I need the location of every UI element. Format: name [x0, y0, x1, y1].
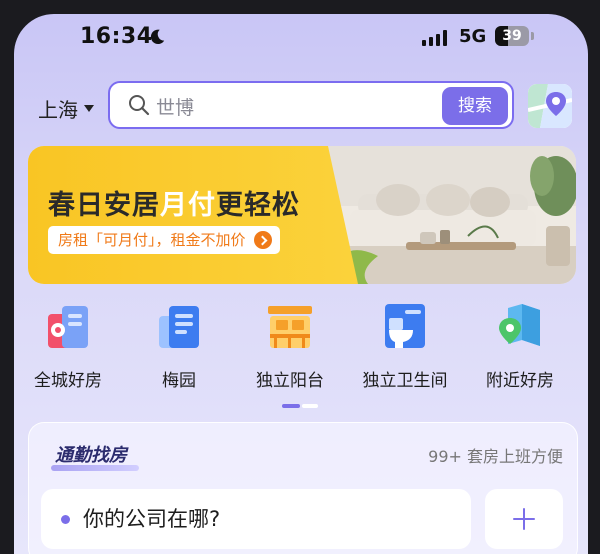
status-time: 16:34 [80, 24, 153, 49]
commute-card: 通勤找房 99+ 套房上班方便 你的公司在哪? [28, 422, 578, 554]
phone-screen: 16:34 5G 39 上海 世博 搜索 春日安居月付更轻松 房租「可月付」，租… [14, 14, 588, 554]
category-row: 全城好房 梅园 独立阳台 独立卫生间 附近好房 [14, 300, 588, 400]
category-meiyuan[interactable]: 梅园 [129, 300, 229, 391]
category-label: 独立卫生间 [362, 371, 448, 391]
category-nearby[interactable]: 附近好房 [470, 300, 570, 391]
caret-down-icon [84, 105, 94, 112]
nearby-map-icon [499, 304, 540, 346]
battery-icon: 39 [495, 26, 529, 46]
building-icon [159, 306, 199, 348]
moon-icon [150, 29, 165, 45]
category-label: 梅园 [162, 371, 196, 391]
map-location-icon[interactable] [528, 84, 572, 128]
page-indicator [282, 404, 318, 408]
bullet-dot-icon [61, 515, 70, 524]
city-selector[interactable]: 上海 [38, 94, 94, 123]
company-location-field[interactable]: 你的公司在哪? [41, 489, 471, 549]
battery-tip [531, 32, 534, 40]
city-name: 上海 [38, 98, 78, 122]
promo-banner[interactable]: 春日安居月付更轻松 房租「可月付」，租金不加价 [28, 146, 576, 284]
category-bathroom[interactable]: 独立卫生间 [355, 300, 455, 391]
arrow-right-icon [253, 231, 272, 249]
network-type: 5G [459, 26, 487, 47]
status-bar: 16:34 5G 39 [14, 14, 588, 64]
category-label: 附近好房 [486, 371, 554, 391]
category-label: 独立阳台 [256, 371, 324, 391]
toilet-icon [385, 304, 425, 348]
search-input[interactable]: 世博 [156, 93, 194, 120]
search-button[interactable]: 搜索 [442, 87, 508, 125]
balcony-icon [268, 306, 312, 348]
banner-headline: 春日安居月付更轻松 [48, 190, 300, 221]
category-whole-city[interactable]: 全城好房 [18, 300, 118, 391]
commute-title: 通勤找房 [55, 445, 127, 466]
add-address-button[interactable] [485, 489, 563, 549]
commute-tagline: 99+ 套房上班方便 [428, 447, 563, 466]
banner-subline[interactable]: 房租「可月付」，租金不加价 [48, 226, 280, 254]
battery-percent: 39 [502, 28, 522, 44]
signal-icon [422, 30, 447, 46]
category-label: 全城好房 [34, 371, 102, 391]
category-balcony[interactable]: 独立阳台 [240, 300, 340, 391]
search-icon [129, 95, 150, 116]
city-houses-icon [48, 306, 88, 348]
search-bar[interactable]: 世博 搜索 [108, 81, 514, 129]
